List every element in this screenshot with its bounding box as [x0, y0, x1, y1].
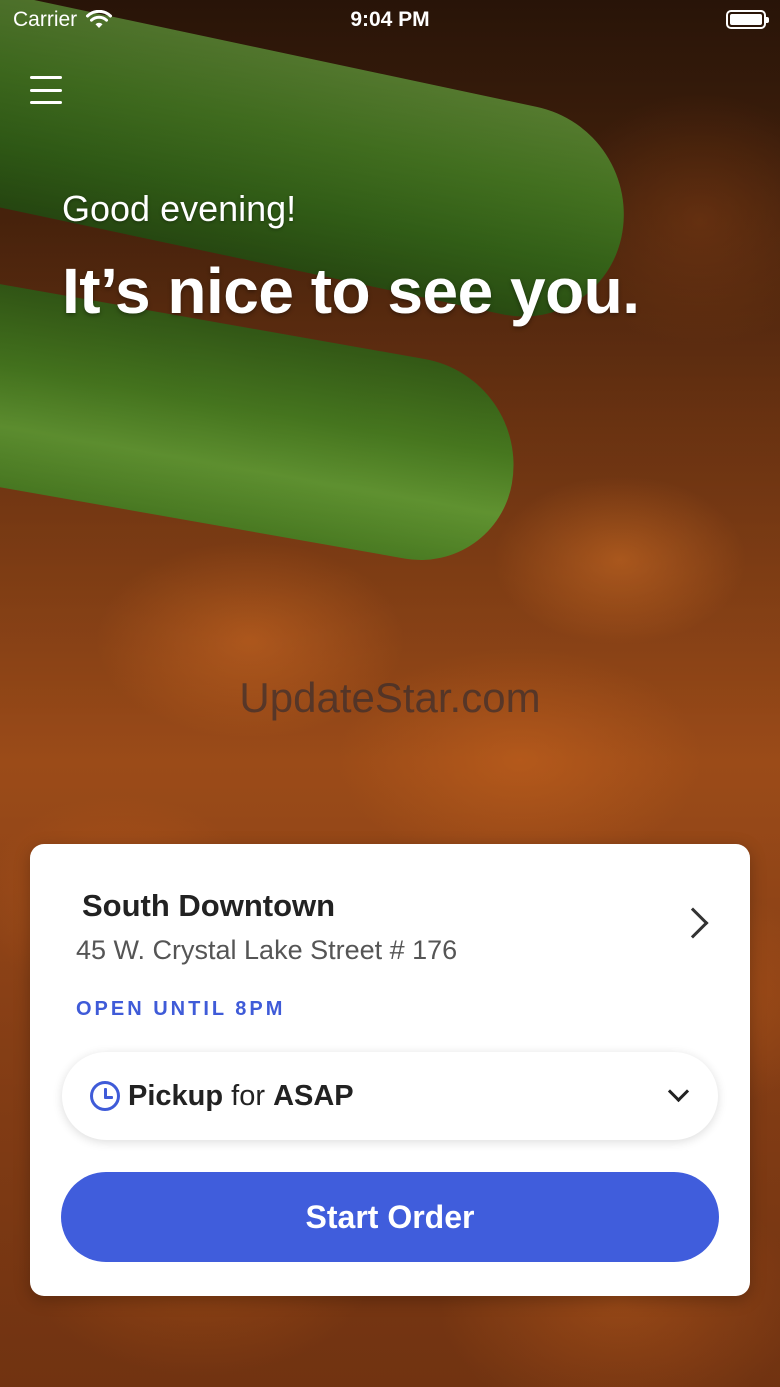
order-mode-label: Pickup for ASAP — [128, 1080, 354, 1113]
order-mode-connector: for — [231, 1079, 265, 1112]
store-hours: OPEN UNTIL 8PM — [76, 998, 286, 1020]
order-mode-type: Pickup — [128, 1079, 224, 1112]
greeting-subtitle: Good evening! — [62, 188, 297, 229]
status-time: 9:04 PM — [350, 8, 430, 31]
location-selector[interactable]: South Downtown 45 W. Crystal Lake Street… — [30, 844, 750, 974]
order-mode-dropdown[interactable]: Pickup for ASAP — [62, 1052, 718, 1140]
chevron-right-icon — [677, 907, 709, 939]
location-card: South Downtown 45 W. Crystal Lake Street… — [30, 844, 750, 1296]
watermark-text: UpdateStar.com — [239, 674, 541, 721]
order-mode-time: ASAP — [273, 1079, 354, 1112]
chevron-down-icon — [667, 1080, 690, 1103]
store-address: 45 W. Crystal Lake Street # 176 — [76, 935, 458, 965]
status-bar: Carrier 9:04 PM — [0, 0, 780, 40]
hamburger-menu-icon[interactable] — [28, 74, 64, 106]
clock-icon — [90, 1081, 120, 1111]
battery-icon — [726, 10, 769, 29]
store-name: South Downtown — [82, 888, 336, 923]
greeting-title: It’s nice to see you. — [62, 255, 640, 327]
start-order-button[interactable]: Start Order — [61, 1172, 719, 1262]
